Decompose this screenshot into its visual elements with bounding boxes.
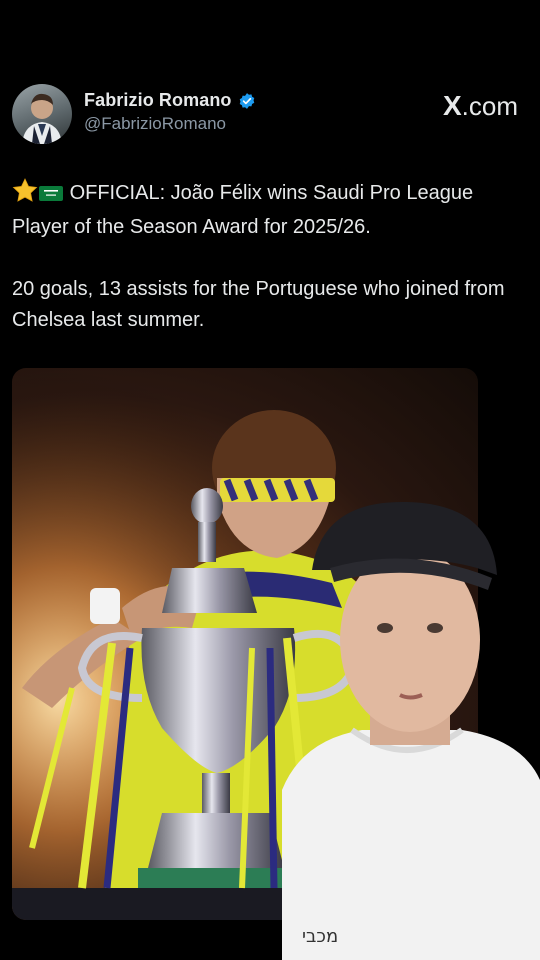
author-name[interactable]: Fabrizio Romano <box>84 90 232 111</box>
tweet-paragraph-2: 20 goals, 13 assists for the Portuguese … <box>12 274 532 336</box>
site-label: X .com <box>443 90 518 122</box>
facecam-shirt-text: מכבי <box>302 926 338 947</box>
saudi-flag-emoji-icon <box>38 181 64 212</box>
site-label-domain: .com <box>461 91 518 121</box>
x-logo-icon: X <box>442 90 462 121</box>
tweet-body: OFFICIAL: João Félix wins Saudi Pro Leag… <box>12 178 532 336</box>
tweet-header: Fabrizio Romano @FabrizioRomano X .com <box>12 82 528 146</box>
tweet-text-line-2: 20 goals, 13 assists for the Portuguese … <box>12 278 505 331</box>
author-avatar[interactable] <box>12 84 72 144</box>
star-emoji-icon <box>12 178 38 212</box>
verified-badge-icon <box>238 92 256 110</box>
author-handle[interactable]: @FabrizioRomano <box>84 114 256 134</box>
facecam-overlay: מכבי <box>282 490 540 960</box>
tweet-text-line-1: OFFICIAL: João Félix wins Saudi Pro Leag… <box>12 182 474 238</box>
tweet-paragraph-1: OFFICIAL: João Félix wins Saudi Pro Leag… <box>12 178 532 243</box>
author-info: Fabrizio Romano @FabrizioRomano <box>84 90 256 134</box>
